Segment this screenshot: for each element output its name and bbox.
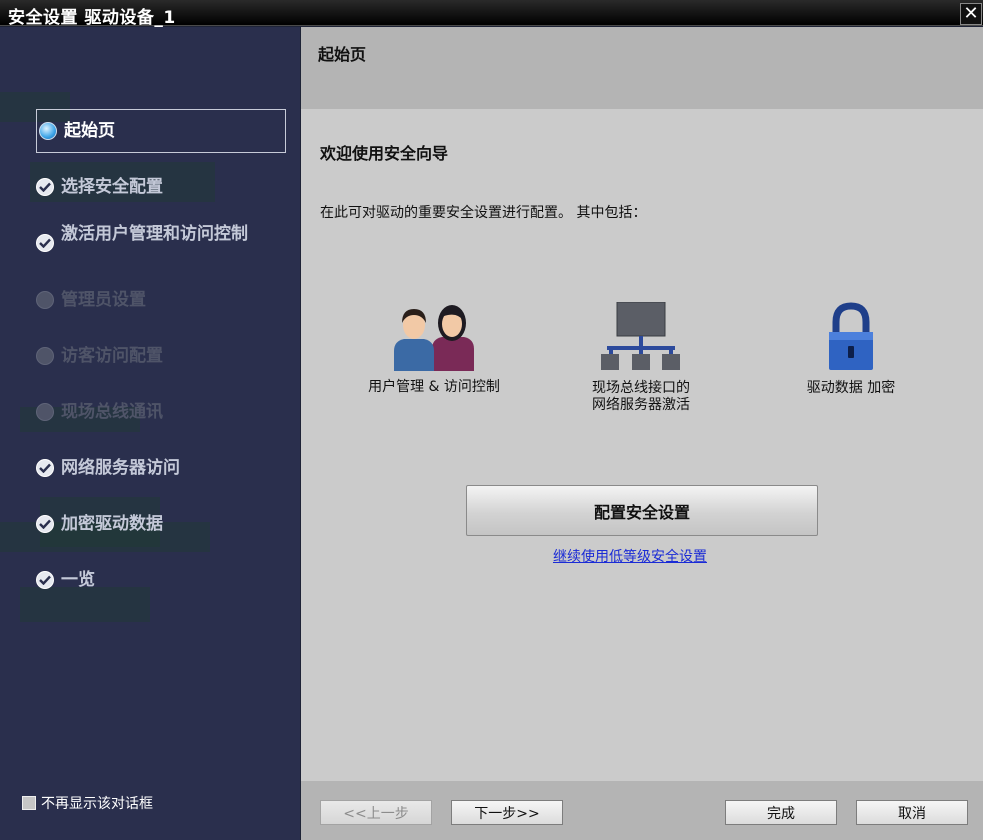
configure-security-button[interactable]: 配置安全设置 — [466, 485, 818, 536]
sidebar-item-label: 现场总线通讯 — [61, 402, 163, 422]
title-bar: 安全设置 驱动设备_1 ✕ — [0, 0, 983, 28]
disabled-step-icon — [36, 347, 54, 365]
page-title: 起始页 — [318, 45, 367, 64]
feature-drive-data-encryption: 驱动数据 加密 — [781, 302, 921, 397]
close-icon[interactable]: ✕ — [960, 3, 982, 25]
disabled-step-icon — [36, 403, 54, 421]
finish-button[interactable]: 完成 — [725, 800, 837, 825]
sidebar-item-select-security-config[interactable]: 选择安全配置 — [36, 178, 286, 196]
sidebar-item-admin-settings: 管理员设置 — [36, 291, 286, 309]
dont-show-checkbox-row[interactable]: 不再显示该对话框 — [22, 793, 153, 813]
sidebar-item-label: 网络服务器访问 — [61, 458, 180, 478]
sidebar-item-label: 管理员设置 — [61, 290, 146, 310]
intro-text: 在此可对驱动的重要安全设置进行配置。 其中包括： — [320, 205, 647, 221]
feature-label-line2: 网络服务器激活 — [592, 397, 690, 413]
feature-label-line1: 驱动数据 加密 — [806, 380, 896, 396]
check-icon — [36, 178, 54, 196]
sidebar-item-label: 加密驱动数据 — [61, 514, 163, 534]
sidebar-item-label: 访客访问配置 — [61, 346, 163, 366]
sidebar-item-label: 一览 — [61, 570, 95, 590]
window-title: 安全设置 驱动设备_1 — [8, 8, 176, 28]
back-button[interactable]: <<上一步 — [320, 800, 432, 825]
sidebar-item-label: 激活用户管理和访问控制 — [61, 224, 248, 244]
dont-show-label: 不再显示该对话框 — [41, 796, 153, 812]
low-security-link[interactable]: 继续使用低等级安全设置 — [553, 546, 707, 566]
feature-label-line1: 用户管理 & 访问控制 — [368, 379, 500, 395]
main-content: 欢迎使用安全向导 在此可对驱动的重要安全设置进行配置。 其中包括： 用户管理 &… — [301, 109, 983, 781]
disabled-step-icon — [36, 291, 54, 309]
check-icon — [36, 571, 54, 589]
sidebar-item-start-page[interactable]: 起始页 — [36, 109, 286, 153]
feature-label-line1: 现场总线接口的 — [592, 380, 690, 396]
wizard-footer: <<上一步 下一步>> 完成 取消 — [301, 781, 983, 840]
next-button[interactable]: 下一步>> — [451, 800, 563, 825]
sidebar-item-fieldbus: 现场总线通讯 — [36, 403, 286, 421]
sidebar-item-web-server[interactable]: 网络服务器访问 — [36, 459, 286, 477]
sidebar-item-overview[interactable]: 一览 — [36, 571, 286, 589]
page-header: 起始页 — [301, 27, 983, 109]
check-icon — [36, 234, 54, 252]
network-icon — [601, 302, 680, 370]
sidebar-item-guest-access: 访客访问配置 — [36, 347, 286, 365]
sidebar-item-label: 选择安全配置 — [61, 177, 163, 197]
sidebar-item-encrypt-data[interactable]: 加密驱动数据 — [36, 515, 286, 533]
check-icon — [36, 459, 54, 477]
lock-icon — [829, 302, 873, 370]
check-icon — [36, 515, 54, 533]
dont-show-checkbox[interactable] — [22, 796, 36, 810]
wizard-sidebar: 起始页 选择安全配置 激活用户管理和访问控制 管理员设置 访客访问配置 现场总线… — [0, 27, 300, 840]
cancel-button[interactable]: 取消 — [856, 800, 968, 825]
sidebar-item-label: 起始页 — [64, 121, 115, 141]
sidebar-item-user-management[interactable]: 激活用户管理和访问控制 — [36, 225, 266, 252]
users-icon — [394, 305, 474, 371]
feature-user-management: 用户管理 & 访问控制 — [349, 301, 519, 396]
sidebar-shade — [20, 587, 150, 622]
feature-web-server-activation: 现场总线接口的 网络服务器激活 — [556, 302, 726, 414]
welcome-heading: 欢迎使用安全向导 — [320, 144, 449, 163]
current-step-icon — [39, 122, 57, 140]
